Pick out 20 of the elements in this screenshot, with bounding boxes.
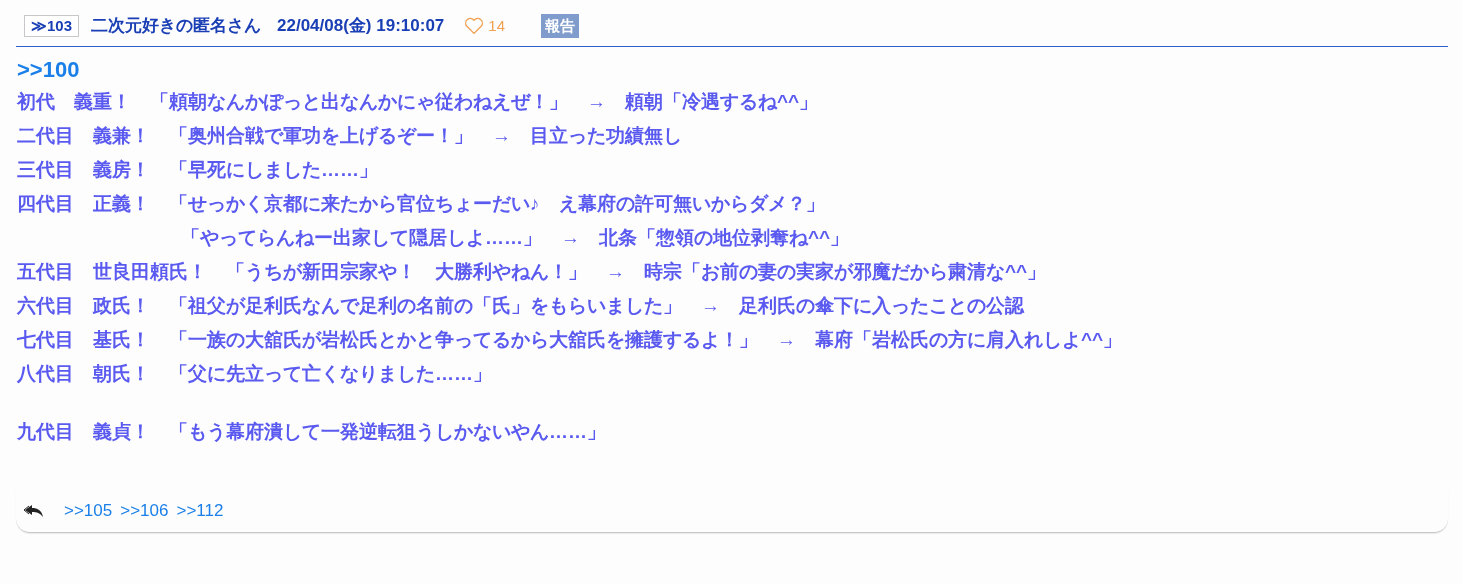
body-text-line: 「やってらんねー出家して隠居しよ……」 → 北条「惣領の地位剥奪ね^^」 [181,226,850,250]
body-text-line: 二代目 義兼！ 「奥州合戦で軍功を上げるぞー！」 → 目立った功績無し [17,124,682,148]
reply-link[interactable]: >>105 [64,497,113,524]
body-text-line: 四代目 正義！ 「せっかく京都に来たから官位ちょーだい♪ え幕府の許可無いからダメ？」 [17,192,825,216]
body-text-line: 初代 義重！ 「頼朝なんかぽっと出なんかにゃ従わねえぜ！」 → 頼朝「冷遇するね^^」 [17,90,819,114]
body-text-line: 九代目 義貞！ 「もう幕府潰して一発逆転狙うしかないやん……」 [17,420,606,444]
body-text-line: 三代目 義房！ 「早死にしました……」 [17,158,378,182]
body-text-line: 七代目 基氏！ 「一族の大舘氏が岩松氏とかと争ってるから大舘氏を擁護するよ！」 → 幕府「岩松氏の方に肩入れしよ^^」 [17,328,1123,352]
post-datetime: 22/04/08(金) 19:10:07 [277,15,445,38]
post-number[interactable]: ≫103 [24,15,80,37]
reply-anchor-link[interactable]: >>100 [17,57,1448,83]
author-name: 二次元好きの匿名さん [91,15,262,38]
body-text-line: 八代目 朝氏！ 「父に先立って亡くなりました……」 [17,362,492,386]
reply-icon[interactable] [24,503,44,518]
reply-link[interactable]: >>106 [120,497,169,524]
body-text-line: 五代目 世良田頼氏！ 「うちが新田宗家や！ 大勝利やねん！」 → 時宗「お前の妻の実家が邪魔だから粛清な^^」 [17,260,1047,284]
report-button[interactable]: 報告 [541,14,579,38]
like-count: 14 [488,15,505,36]
reply-link[interactable]: >>112 [176,497,224,524]
body-text-line: 六代目 政氏！ 「祖父が足利氏なんで足利の名前の「氏」をもらいました」 → 足利氏の傘下に入ったことの公認 [17,294,1024,318]
